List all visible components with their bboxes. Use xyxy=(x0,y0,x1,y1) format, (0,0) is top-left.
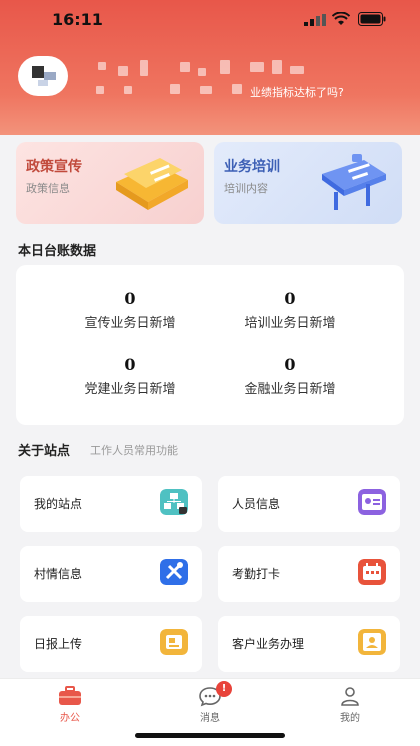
my-site-button[interactable]: 我的站点 xyxy=(20,476,202,532)
daily-report-button[interactable]: 日报上传 xyxy=(20,616,202,672)
func-label: 考勤打卡 xyxy=(232,567,281,581)
tab-label: 办公 xyxy=(60,713,80,724)
customer-service-button[interactable]: 客户业务办理 xyxy=(218,616,400,672)
stat-label: 宣传业务日新增 xyxy=(84,316,176,331)
report-icon xyxy=(160,629,188,655)
stat-finance[interactable]: 0 金融业务日新增 xyxy=(200,355,380,397)
ledger-title: 本日台账数据 xyxy=(18,244,97,259)
tab-office[interactable]: 办公 xyxy=(10,685,130,724)
signal-icon xyxy=(304,14,326,26)
notification-badge: ! xyxy=(216,681,232,697)
stat-label: 党建业务日新增 xyxy=(84,382,176,397)
training-card-title: 业务培训 xyxy=(224,159,280,175)
stat-training[interactable]: 0 培训业务日新增 xyxy=(200,289,380,331)
stat-value: 0 xyxy=(124,355,136,374)
ledger-stats-card: 0 宣传业务日新增 0 培训业务日新增 0 党建业务日新增 0 金融业务日新增 xyxy=(16,265,404,425)
policy-card-title: 政策宣传 xyxy=(26,159,82,175)
attendance-button[interactable]: 考勤打卡 xyxy=(218,546,400,602)
customer-icon xyxy=(358,629,386,655)
calendar-icon xyxy=(358,559,386,585)
training-card[interactable]: 业务培训 培训内容 xyxy=(214,142,402,224)
stat-label: 培训业务日新增 xyxy=(244,316,336,331)
stat-party-building[interactable]: 0 党建业务日新增 xyxy=(40,355,220,397)
stat-value: 0 xyxy=(124,289,136,308)
avatar[interactable] xyxy=(18,56,68,96)
func-label: 我的站点 xyxy=(34,497,83,511)
user-icon xyxy=(341,687,359,706)
stat-publicity[interactable]: 0 宣传业务日新增 xyxy=(40,289,220,331)
tools-icon xyxy=(160,559,188,585)
func-label: 日报上传 xyxy=(34,637,83,651)
home-indicator xyxy=(135,733,285,738)
header-subtitle: 业绩指标达标了吗? xyxy=(250,86,344,99)
func-label: 人员信息 xyxy=(232,497,281,511)
village-info-button[interactable]: 村情信息 xyxy=(20,546,202,602)
policy-card[interactable]: 政策宣传 政策信息 xyxy=(16,142,204,224)
func-label: 村情信息 xyxy=(34,567,83,581)
status-bar: 16:11 xyxy=(0,8,420,32)
training-card-subtitle: 培训内容 xyxy=(224,182,268,195)
status-time: 16:11 xyxy=(52,10,103,29)
folder-illustration-icon xyxy=(116,158,188,210)
profile-header: 16:11 业绩指标达标了吗? xyxy=(0,0,420,135)
tab-messages[interactable]: ! 消息 xyxy=(150,681,270,724)
stat-value: 0 xyxy=(284,289,296,308)
site-icon xyxy=(160,489,188,515)
stat-label: 金融业务日新增 xyxy=(244,382,336,397)
tab-mine[interactable]: 我的 xyxy=(290,685,410,724)
about-subtitle: 工作人员常用功能 xyxy=(90,444,178,457)
about-title: 关于站点 xyxy=(18,444,71,459)
id-card-icon xyxy=(358,489,386,515)
func-label: 客户业务办理 xyxy=(232,637,305,651)
stat-value: 0 xyxy=(284,355,296,374)
briefcase-icon xyxy=(59,686,81,705)
board-illustration-icon xyxy=(322,154,386,210)
tab-label: 我的 xyxy=(340,713,360,724)
policy-card-subtitle: 政策信息 xyxy=(26,182,70,195)
battery-icon xyxy=(358,12,386,26)
staff-info-button[interactable]: 人员信息 xyxy=(218,476,400,532)
wifi-icon xyxy=(332,12,350,25)
tab-label: 消息 xyxy=(200,713,220,724)
